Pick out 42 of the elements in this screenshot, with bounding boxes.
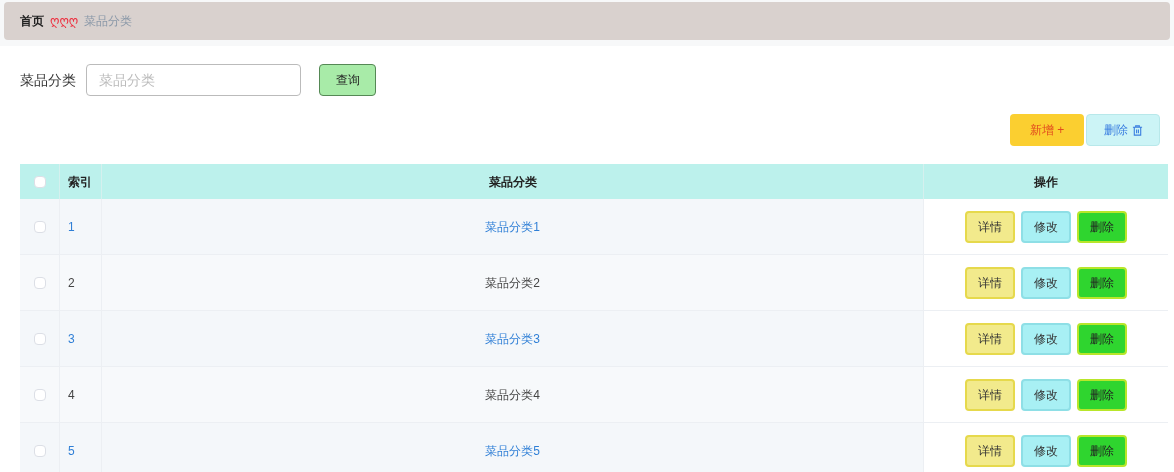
search-button[interactable]: 查询 (319, 64, 376, 96)
detail-button[interactable]: 详情 (965, 266, 1015, 299)
delete-button[interactable]: 删除 (1086, 114, 1160, 146)
category-cell[interactable]: 菜品分类5 (485, 441, 540, 460)
category-cell-text: 菜品分类4 (485, 386, 540, 404)
category-cell[interactable]: 菜品分类3 (485, 329, 540, 348)
column-header: 菜品分类 (488, 173, 537, 191)
checkbox[interactable] (33, 444, 46, 457)
index-cell-text: 3 (68, 330, 75, 348)
breadcrumb-separator: ღღღ (50, 13, 79, 30)
checkbox[interactable] (33, 332, 46, 345)
edit-button[interactable]: 修改 (1021, 434, 1071, 467)
index-cell-text: 5 (68, 442, 75, 460)
delete-button[interactable]: 删除 (1077, 434, 1127, 467)
search-label: 菜品分类 (20, 70, 76, 90)
breadcrumb-current: 菜品分类 (84, 13, 133, 30)
column-header: 操作 (1034, 173, 1058, 191)
trash-icon (1131, 124, 1143, 136)
edit-button[interactable]: 修改 (1021, 378, 1071, 411)
checkbox[interactable] (33, 388, 46, 401)
checkbox[interactable] (33, 220, 46, 233)
breadcrumb-home[interactable]: 首页 (20, 12, 44, 30)
index-cell-text: 2 (68, 274, 75, 292)
detail-button[interactable]: 详情 (965, 210, 1015, 243)
search-field[interactable]: 菜品分类 (86, 64, 301, 96)
detail-button[interactable]: 详情 (965, 378, 1015, 411)
detail-button[interactable]: 详情 (965, 322, 1015, 355)
checkbox[interactable] (33, 175, 46, 188)
category-cell-text: 菜品分类2 (485, 274, 540, 292)
index-cell-text: 4 (68, 386, 75, 404)
category-cell[interactable]: 菜品分类1 (485, 217, 540, 236)
edit-button[interactable]: 修改 (1021, 210, 1071, 243)
index-cell-text: 1 (68, 218, 75, 236)
delete-button[interactable]: 删除 (1077, 322, 1127, 355)
detail-button[interactable]: 详情 (965, 434, 1015, 467)
edit-button[interactable]: 修改 (1021, 322, 1071, 355)
edit-button[interactable]: 修改 (1021, 266, 1071, 299)
checkbox[interactable] (33, 276, 46, 289)
column-header: 索引 (68, 173, 92, 191)
delete-button[interactable]: 删除 (1077, 210, 1127, 243)
delete-button[interactable]: 删除 (1077, 266, 1127, 299)
delete-button[interactable]: 删除 (1077, 378, 1127, 411)
